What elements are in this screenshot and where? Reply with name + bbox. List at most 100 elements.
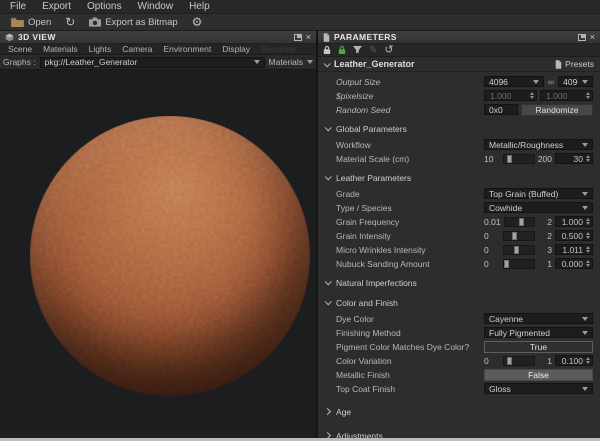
param-pigment-match: Pigment Color Matches Dye Color? True bbox=[318, 340, 600, 353]
grain-frequency-slider[interactable] bbox=[504, 217, 535, 227]
param-grain-intensity: Grain Intensity 0 2 0.500 bbox=[318, 229, 600, 242]
section-global-parameters[interactable]: Global Parameters bbox=[318, 121, 600, 136]
chevron-down-icon bbox=[307, 60, 313, 64]
document-icon bbox=[323, 33, 330, 42]
param-micro-wrinkles: Micro Wrinkles Intensity 0 3 1.011 bbox=[318, 243, 600, 256]
chevron-down-icon bbox=[582, 331, 588, 335]
refresh-icon: ↻ bbox=[65, 17, 75, 27]
material-scale-slider[interactable] bbox=[503, 154, 535, 164]
section-adjustments[interactable]: Adjustments bbox=[318, 428, 600, 438]
folder-icon bbox=[11, 17, 24, 27]
3d-viewport[interactable] bbox=[0, 70, 316, 438]
lock-icon[interactable] bbox=[323, 45, 331, 55]
spinner-arrows[interactable] bbox=[586, 92, 590, 99]
pixelsize-y-field[interactable]: 1.000 bbox=[540, 90, 593, 101]
output-height-select[interactable]: 4096 bbox=[558, 76, 593, 87]
type-species-select[interactable]: Cowhide bbox=[484, 202, 593, 213]
nubuck-sanding-value[interactable]: 0.000 bbox=[555, 258, 593, 269]
page-icon bbox=[555, 60, 562, 69]
application-window: File Export Options Window Help Open ↻ E… bbox=[0, 0, 600, 441]
spinner-arrows[interactable] bbox=[586, 357, 590, 364]
presets-button[interactable]: Presets bbox=[555, 59, 594, 69]
grade-select[interactable]: Top Grain (Buffed) bbox=[484, 188, 593, 199]
output-width-select[interactable]: 4096 bbox=[484, 76, 544, 87]
tab-display[interactable]: Display bbox=[217, 44, 255, 54]
section-natural-imperfections[interactable]: Natural Imperfections bbox=[318, 275, 600, 290]
spinner-arrows[interactable] bbox=[586, 155, 590, 162]
graphs-row: Graphs : pkg://Leather_Generator Materia… bbox=[0, 55, 316, 70]
finishing-method-select[interactable]: Fully Pigmented bbox=[484, 327, 593, 338]
unlock-green-icon[interactable] bbox=[338, 45, 346, 55]
chevron-down-icon[interactable] bbox=[324, 60, 331, 67]
edit-icon-disabled: ✎ bbox=[369, 45, 377, 56]
param-finishing-method: Finishing Method Fully Pigmented bbox=[318, 326, 600, 339]
3d-view-panel: 3D VIEW × Scene Materials Lights Camera … bbox=[0, 31, 318, 438]
section-color-and-finish[interactable]: Color and Finish bbox=[318, 295, 600, 310]
random-seed-field[interactable]: 0x0 bbox=[484, 104, 518, 115]
pixelsize-x-field[interactable]: 1.000 bbox=[484, 90, 537, 101]
metallic-finish-toggle[interactable]: False bbox=[484, 369, 593, 381]
open-button[interactable]: Open bbox=[6, 16, 56, 29]
slider-handle[interactable] bbox=[519, 218, 524, 226]
param-top-coat-finish: Top Coat Finish Gloss bbox=[318, 382, 600, 395]
filter-icon[interactable] bbox=[353, 46, 362, 55]
3d-view-titlebar: 3D VIEW × bbox=[0, 31, 316, 44]
menu-help[interactable]: Help bbox=[181, 1, 218, 12]
tab-camera[interactable]: Camera bbox=[117, 44, 157, 54]
dye-color-select[interactable]: Cayenne bbox=[484, 313, 593, 324]
menu-window[interactable]: Window bbox=[130, 1, 182, 12]
3d-view-tabs: Scene Materials Lights Camera Environmen… bbox=[0, 44, 316, 55]
parameters-panel: PARAMETERS × ✎ ↺ Leather_Generator Prese… bbox=[318, 31, 600, 438]
param-grain-frequency: Grain Frequency 0.01 2 1.000 bbox=[318, 215, 600, 228]
tab-materials[interactable]: Materials bbox=[38, 44, 82, 54]
section-age[interactable]: Age bbox=[318, 404, 600, 419]
tab-scene[interactable]: Scene bbox=[3, 44, 37, 54]
chevron-down-icon bbox=[582, 206, 588, 210]
undock-icon[interactable] bbox=[294, 34, 302, 41]
graph-select[interactable]: pkg://Leather_Generator bbox=[40, 57, 265, 68]
slider-handle[interactable] bbox=[514, 246, 519, 254]
color-variation-slider[interactable] bbox=[503, 356, 535, 366]
spinner-arrows[interactable] bbox=[586, 260, 590, 267]
grain-intensity-value[interactable]: 0.500 bbox=[555, 230, 593, 241]
section-leather-parameters[interactable]: Leather Parameters bbox=[318, 170, 600, 185]
spinner-arrows[interactable] bbox=[586, 246, 590, 253]
param-workflow: Workflow Metallic/Roughness bbox=[318, 138, 600, 151]
refresh-button[interactable]: ↻ bbox=[60, 16, 80, 28]
pigment-match-toggle[interactable]: True bbox=[484, 341, 593, 353]
workflow-select[interactable]: Metallic/Roughness bbox=[484, 139, 593, 150]
micro-wrinkles-slider[interactable] bbox=[503, 245, 535, 255]
micro-wrinkles-value[interactable]: 1.011 bbox=[555, 244, 593, 255]
material-scale-value[interactable]: 30 bbox=[555, 153, 593, 164]
tab-lights[interactable]: Lights bbox=[84, 44, 117, 54]
spinner-arrows[interactable] bbox=[530, 92, 534, 99]
randomize-button[interactable]: Randomize bbox=[521, 104, 593, 116]
reset-icon[interactable]: ↺ bbox=[384, 46, 393, 55]
close-icon[interactable]: × bbox=[590, 33, 595, 41]
close-icon[interactable]: × bbox=[306, 33, 311, 41]
param-random-seed: Random Seed 0x0 Randomize bbox=[318, 103, 600, 116]
spinner-arrows[interactable] bbox=[586, 232, 590, 239]
link-icon[interactable]: ∞ bbox=[547, 77, 555, 87]
menu-export[interactable]: Export bbox=[34, 1, 79, 12]
top-coat-finish-select[interactable]: Gloss bbox=[484, 383, 593, 394]
color-variation-value[interactable]: 0.100 bbox=[555, 355, 593, 366]
tab-environment[interactable]: Environment bbox=[159, 44, 217, 54]
slider-handle[interactable] bbox=[507, 357, 512, 365]
menu-file[interactable]: File bbox=[2, 1, 34, 12]
export-as-bitmap-button[interactable]: Export as Bitmap bbox=[84, 16, 182, 29]
spinner-arrows[interactable] bbox=[586, 218, 590, 225]
settings-button[interactable]: ⚙ bbox=[187, 16, 208, 28]
grain-frequency-value[interactable]: 1.000 bbox=[555, 216, 593, 227]
materials-dropdown[interactable]: Materials bbox=[269, 57, 303, 67]
slider-handle[interactable] bbox=[504, 260, 509, 268]
slider-handle[interactable] bbox=[507, 155, 512, 163]
slider-handle[interactable] bbox=[512, 232, 517, 240]
grain-intensity-slider[interactable] bbox=[503, 231, 535, 241]
chevron-down-icon bbox=[582, 80, 588, 84]
undock-icon[interactable] bbox=[578, 34, 586, 41]
param-color-variation: Color Variation 0 1 0.100 bbox=[318, 354, 600, 367]
nubuck-sanding-slider[interactable] bbox=[503, 259, 535, 269]
menu-options[interactable]: Options bbox=[79, 1, 129, 12]
param-dye-color: Dye Color Cayenne bbox=[318, 312, 600, 325]
